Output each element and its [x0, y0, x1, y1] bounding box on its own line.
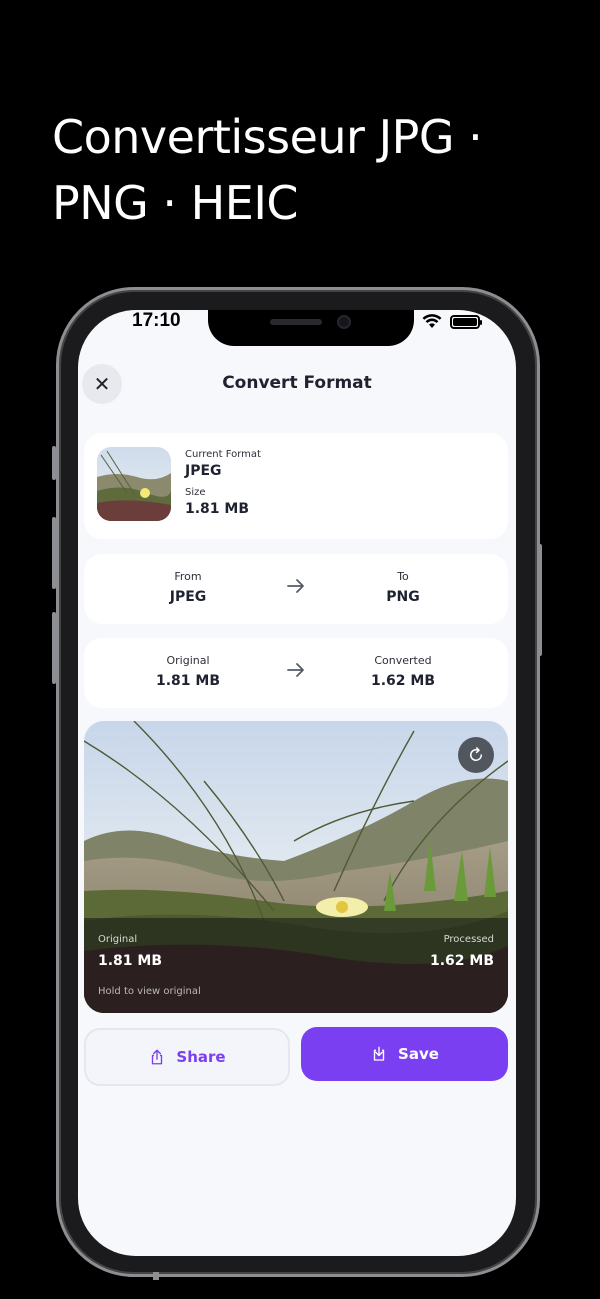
to-column: To PNG — [323, 570, 483, 605]
battery-icon — [450, 314, 482, 329]
frame-antenna-line — [153, 1272, 159, 1280]
headline-line-2: PNG · HEIC — [52, 176, 299, 230]
original-size-value: 1.81 MB — [155, 673, 221, 689]
format-details: Current Format JPEG Size 1.81 MB — [185, 449, 261, 525]
size-comparison-card: Original 1.81 MB Converted 1.62 MB — [84, 638, 508, 708]
size-label: Size — [185, 487, 206, 498]
share-icon — [152, 1049, 163, 1065]
save-button[interactable]: Save — [301, 1027, 508, 1081]
current-format-label: Current Format — [185, 449, 261, 460]
image-preview[interactable]: Original 1.81 MB Processed 1.62 MB Hold … — [84, 721, 508, 1013]
converted-size-value: 1.62 MB — [370, 673, 436, 689]
from-value: JPEG — [169, 589, 207, 605]
notch — [208, 310, 414, 346]
share-label: Share — [176, 1048, 226, 1066]
original-size-label: Original — [166, 654, 210, 667]
app-screen: 17:10 ✕ Convert Format Current Format JP… — [78, 310, 516, 1256]
share-button[interactable]: Share — [84, 1028, 290, 1086]
size-value: 1.81 MB — [185, 501, 250, 517]
front-camera — [337, 315, 351, 329]
comparison-overlay: Original 1.81 MB Processed 1.62 MB Hold … — [84, 918, 508, 1013]
original-size-column: Original 1.81 MB — [108, 654, 268, 689]
from-label: From — [174, 570, 202, 583]
headline-line-1: Convertisseur JPG · — [52, 110, 483, 164]
page-title: Convert Format — [222, 373, 372, 393]
refresh-button[interactable] — [458, 737, 494, 773]
to-label: To — [397, 570, 409, 583]
arrow-right-icon — [287, 663, 304, 677]
status-icons — [422, 314, 482, 329]
converted-size-column: Converted 1.62 MB — [323, 654, 483, 689]
status-time: 17:10 — [132, 310, 181, 331]
overlay-original-value: 1.81 MB — [98, 953, 163, 969]
hold-hint: Hold to view original — [98, 986, 201, 997]
speaker — [270, 319, 322, 325]
overlay-original-label: Original — [98, 934, 138, 945]
arrow-right-icon — [287, 579, 304, 593]
save-label: Save — [398, 1045, 439, 1063]
current-format-card: Current Format JPEG Size 1.81 MB — [84, 433, 508, 539]
download-icon — [373, 1046, 385, 1061]
current-format-value: JPEG — [185, 463, 222, 479]
overlay-processed-label: Processed — [443, 934, 494, 945]
from-column: From JPEG — [108, 570, 268, 605]
promo-headline: Convertisseur JPG · PNG · HEIC — [52, 104, 572, 236]
refresh-icon — [470, 747, 483, 761]
wifi-icon — [422, 314, 442, 328]
original-overlay: Original 1.81 MB — [98, 934, 162, 969]
processed-overlay: Processed 1.62 MB — [430, 934, 494, 969]
overlay-processed-value: 1.62 MB — [429, 953, 494, 969]
converted-size-label: Converted — [374, 654, 432, 667]
to-value: PNG — [386, 589, 420, 605]
image-thumbnail[interactable] — [97, 447, 171, 521]
format-conversion-card: From JPEG To PNG — [84, 554, 508, 624]
